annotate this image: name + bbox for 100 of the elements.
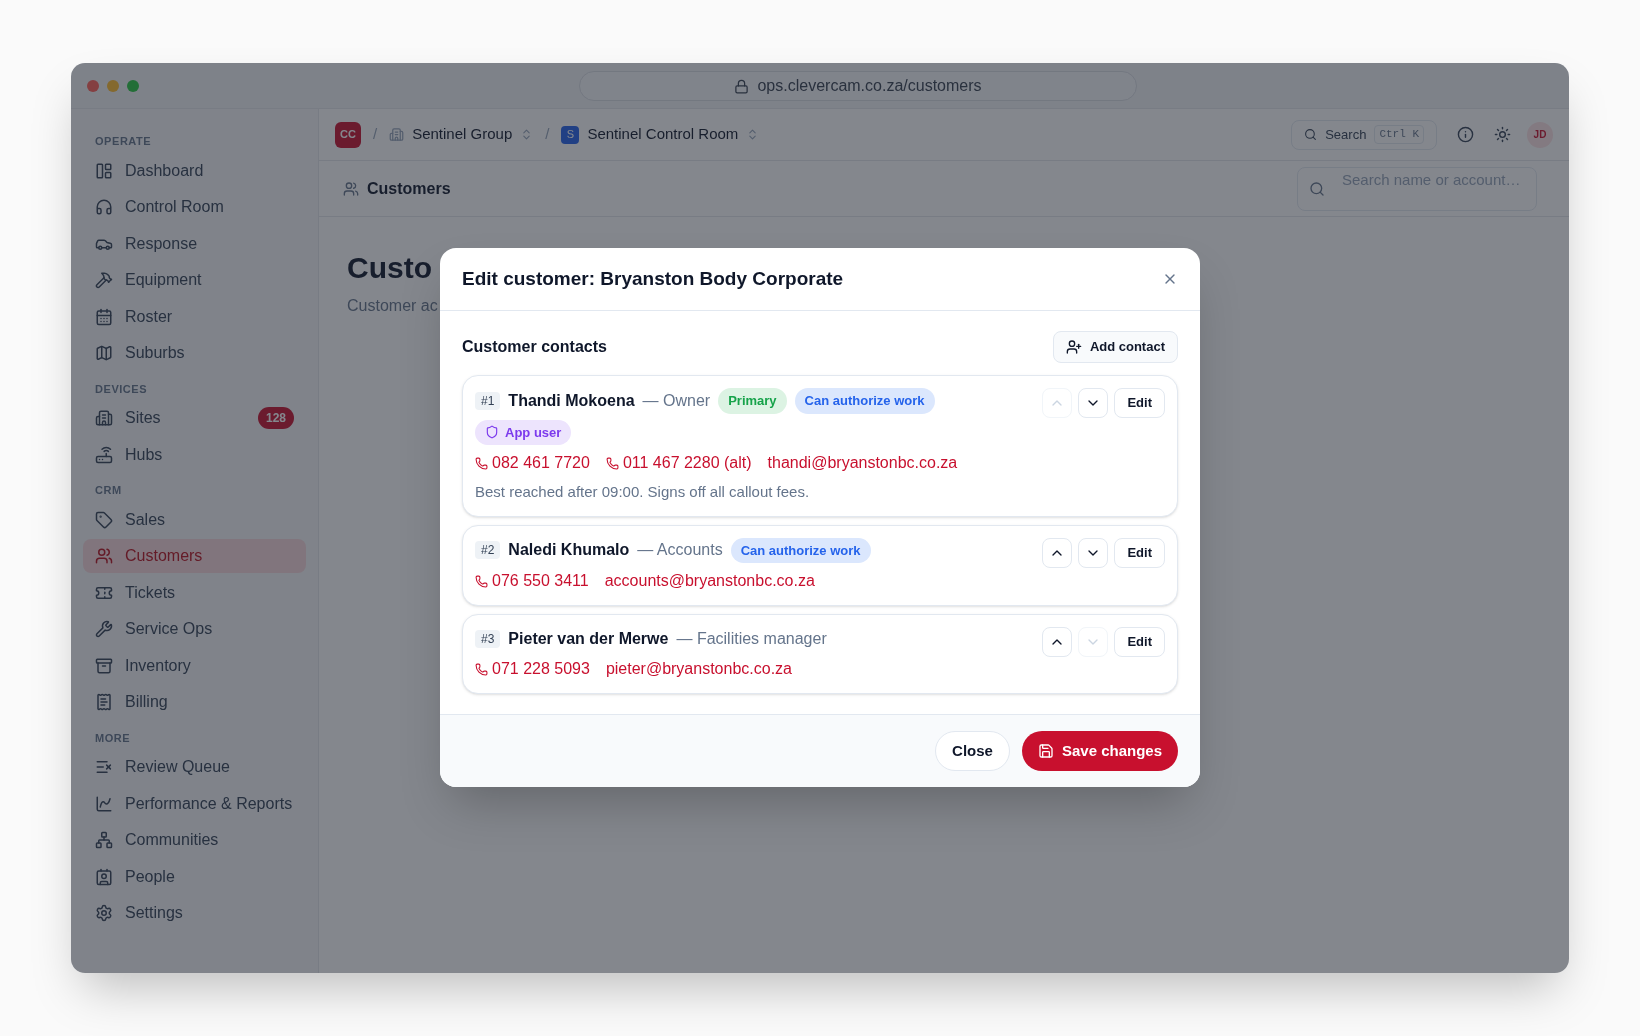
edit-button[interactable]: Edit (1114, 627, 1165, 657)
sidebar-item[interactable]: Roster (83, 299, 306, 334)
email-link[interactable]: accounts@bryanstonbc.co.za (604, 569, 815, 593)
breadcrumb-separator: / (545, 124, 550, 145)
phone-icon (475, 574, 488, 588)
archive-icon (95, 656, 113, 675)
contact-number: #2 (475, 541, 501, 560)
page-heading: Custo (347, 250, 432, 286)
contact-note: Best reached after 09:00. Signs off all callout fees. (475, 482, 811, 502)
headset-icon (95, 198, 113, 216)
section-label: MORE (94, 730, 132, 746)
users-icon (95, 547, 113, 565)
search-icon (1309, 180, 1325, 197)
theme-icon[interactable] (1494, 126, 1511, 143)
info-icon[interactable] (1457, 126, 1474, 143)
building-icon (95, 409, 113, 427)
tools-icon (95, 271, 113, 289)
sidebar-item[interactable]: Settings (83, 896, 306, 930)
tag-badge: Primary (718, 388, 787, 414)
network-icon (95, 831, 113, 849)
sidebar-item[interactable]: Control Room (83, 190, 306, 224)
dialog-title: Edit customer: Bryanston Body Corporate (462, 266, 845, 291)
lock-icon (734, 78, 750, 94)
tag-badge: App user (475, 419, 572, 445)
dashboard-icon (95, 161, 113, 180)
phone-link[interactable]: 011 467 2280 (alt) (605, 451, 752, 475)
room-badge: S (561, 125, 580, 144)
section-label: OPERATE (94, 134, 153, 149)
sidebar-item[interactable]: Sales (83, 502, 306, 537)
users-icon (343, 180, 359, 197)
contact-name: Thandi Mokoena (508, 390, 635, 411)
search-button[interactable]: Search Ctrl K (1291, 119, 1437, 150)
sidebar-item[interactable]: Sites 128 (83, 401, 306, 435)
section-title: Customer contacts (462, 337, 608, 357)
phone-icon (605, 456, 619, 470)
sidebar-item[interactable]: Review Queue (83, 750, 306, 784)
email-link[interactable]: thandi@bryanstonbc.co.za (767, 451, 958, 475)
move-down-button[interactable] (1078, 537, 1109, 568)
chart-icon (95, 794, 113, 813)
tag-badge: Can authorize work (794, 388, 935, 414)
save-icon (1037, 743, 1054, 759)
move-down-button[interactable] (1078, 388, 1109, 418)
sidebar-item[interactable]: Suburbs (83, 336, 306, 370)
sidebar-item[interactable]: Dashboard (83, 153, 306, 188)
edit-button[interactable]: Edit (1114, 537, 1165, 568)
tag-icon (95, 510, 113, 529)
breadcrumb-separator: / (373, 124, 378, 145)
shortcut-key: Ctrl K (1374, 125, 1424, 144)
sidebar-item[interactable]: Tickets (83, 575, 306, 610)
move-up-button[interactable] (1042, 627, 1073, 657)
email-link[interactable]: pieter@bryanstonbc.co.za (605, 657, 792, 681)
sidebar-item[interactable]: Communities (83, 823, 306, 857)
user-plus-icon (1065, 339, 1082, 355)
sidebar-item[interactable]: Hubs (83, 437, 306, 472)
section-label: DEVICES (94, 381, 149, 397)
phone-link[interactable]: 071 228 5093 (475, 657, 590, 681)
contact-number: #3 (475, 630, 501, 648)
shield-icon (485, 425, 499, 440)
phone-icon (475, 662, 488, 676)
settings-icon (95, 904, 113, 922)
room-switcher[interactable]: S Sentinel Control Room (561, 123, 760, 146)
search-icon (1304, 128, 1318, 141)
move-up-button[interactable] (1042, 537, 1073, 568)
contact-role: — Facilities manager (676, 629, 827, 649)
router-icon (95, 445, 113, 464)
contact-name: Naledi Khumalo (508, 540, 630, 561)
sidebar-item[interactable]: Billing (83, 685, 306, 719)
sidebar-item[interactable]: Service Ops (83, 612, 306, 646)
sidebar-item[interactable]: Performance & Reports (83, 786, 306, 821)
save-button[interactable]: Save changes (1021, 731, 1178, 771)
receipt-icon (95, 693, 113, 711)
section-label: CRM (94, 483, 123, 498)
sidebar-item[interactable]: People (83, 859, 306, 894)
contact-name: Pieter van der Merwe (508, 629, 669, 649)
add-contact-button[interactable]: Add contact (1052, 331, 1178, 363)
list-x-icon (95, 758, 113, 776)
address-bar[interactable]: ops.clevercam.co.za/customers (579, 71, 1137, 101)
sidebar-item[interactable]: Inventory (83, 648, 306, 683)
user-avatar[interactable]: JD (1527, 121, 1553, 148)
calendar-icon (95, 307, 113, 326)
contact-role: — Accounts (637, 540, 723, 561)
phone-link[interactable]: 082 461 7720 (475, 451, 590, 475)
count-badge: 128 (257, 407, 294, 429)
map-icon (95, 344, 113, 362)
phone-link[interactable]: 076 550 3411 (475, 569, 589, 593)
id-card-icon (95, 867, 113, 886)
tag-badge: Can authorize work (730, 537, 871, 563)
org-badge[interactable]: CC (335, 121, 361, 148)
contact-number: #1 (475, 391, 501, 410)
sidebar-item[interactable]: Equipment (83, 263, 306, 297)
phone-icon (475, 456, 488, 470)
contact-role: — Owner (642, 390, 711, 411)
edit-button[interactable]: Edit (1114, 388, 1165, 418)
close-button[interactable]: Close (935, 731, 1010, 771)
sidebar-item[interactable]: Response (83, 226, 306, 261)
group-switcher[interactable]: Sentinel Group (389, 123, 534, 146)
sidebar-item[interactable]: Customers (83, 539, 306, 573)
wrench-icon (95, 620, 113, 638)
page-subtitle: Customer ac (347, 296, 438, 316)
building-icon (389, 127, 405, 142)
